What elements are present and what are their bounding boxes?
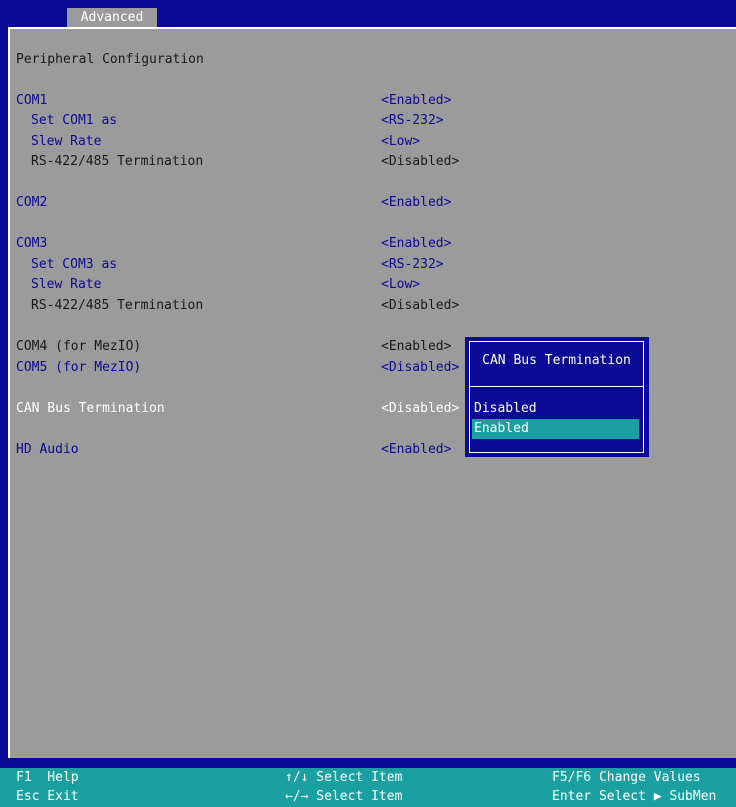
com1-set-as-value[interactable]: <RS-232> [381, 111, 444, 131]
com3-termination-value: <Disabled> [381, 298, 460, 313]
com1-termination-value: <Disabled> [381, 154, 460, 169]
popup-divider [470, 386, 643, 387]
com1-slew-value[interactable]: <Low> [381, 132, 420, 152]
com5-label[interactable]: COM5 (for MezIO) [16, 358, 141, 378]
com1-termination-label: RS-422/485 Termination [31, 154, 204, 169]
top-menu-bar: Advanced [0, 0, 736, 27]
select-item-updown-hint: ↑/↓ Select Item [285, 770, 403, 785]
com5-value[interactable]: <Disabled> [381, 358, 459, 378]
com3-set-as-label[interactable]: Set COM3 as [31, 255, 117, 275]
com3-slew-label[interactable]: Slew Rate [31, 275, 101, 295]
hd-audio-value[interactable]: <Enabled> [381, 440, 451, 460]
com1-value[interactable]: <Enabled> [381, 91, 451, 111]
exit-hint: Esc Exit [16, 789, 79, 804]
can-bus-termination-label[interactable]: CAN Bus Termination [16, 399, 165, 419]
tab-advanced[interactable]: Advanced [67, 8, 157, 27]
com1-set-as-label[interactable]: Set COM1 as [31, 111, 117, 131]
com1-slew-label[interactable]: Slew Rate [31, 132, 101, 152]
com3-slew-value[interactable]: <Low> [381, 275, 420, 295]
com3-set-as-value[interactable]: <RS-232> [381, 255, 444, 275]
select-item-leftright-hint: ←/→ Select Item [285, 789, 403, 804]
com3-label[interactable]: COM3 [16, 234, 47, 254]
com2-label[interactable]: COM2 [16, 193, 47, 213]
hd-audio-label[interactable]: HD Audio [16, 440, 79, 460]
help-hint: F1 Help [16, 770, 79, 785]
footer-help-bar: F1 Help Esc Exit ↑/↓ Select Item ←/→ Sel… [0, 768, 736, 807]
popup-option-enabled[interactable]: Enabled [472, 419, 639, 439]
com2-value[interactable]: <Enabled> [381, 193, 451, 213]
com4-value: <Enabled> [381, 339, 452, 354]
change-values-hint: F5/F6 Change Values [552, 770, 701, 785]
com3-termination-label: RS-422/485 Termination [31, 298, 204, 313]
popup-title: CAN Bus Termination [482, 353, 631, 368]
com1-label[interactable]: COM1 [16, 91, 47, 111]
can-bus-termination-value[interactable]: <Disabled> [381, 399, 459, 419]
com3-value[interactable]: <Enabled> [381, 234, 451, 254]
enter-select-hint: Enter Select ▶ SubMen [552, 789, 717, 804]
popup-option-disabled[interactable]: Disabled [472, 399, 639, 419]
com4-label: COM4 (for MezIO) [16, 339, 142, 354]
section-title: Peripheral Configuration [16, 52, 204, 67]
